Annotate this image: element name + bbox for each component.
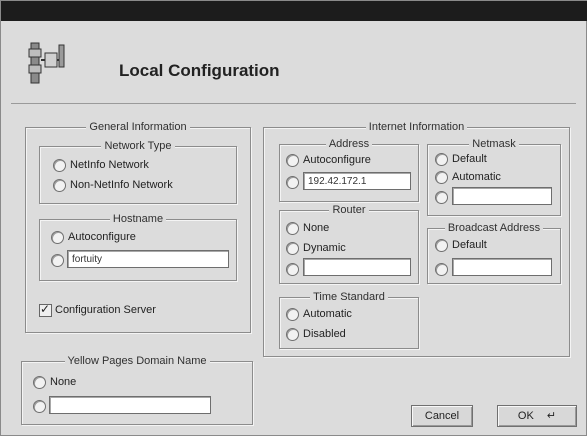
- netmask-legend: Netmask: [469, 138, 519, 150]
- time-automatic-radio[interactable]: Automatic: [286, 306, 352, 322]
- window-titlebar[interactable]: [1, 1, 587, 21]
- cancel-button[interactable]: Cancel: [411, 405, 473, 427]
- configuration-server-label: Configuration Server: [55, 304, 156, 316]
- radio-circle[interactable]: [286, 327, 299, 341]
- router-dynamic-radio[interactable]: Dynamic: [286, 240, 346, 256]
- address-legend: Address: [325, 138, 373, 150]
- broadcast-default-label: Default: [452, 239, 487, 251]
- hostname-autoconfigure-label: Autoconfigure: [68, 231, 136, 243]
- window-header: Local Configuration: [11, 25, 576, 104]
- page-title: Local Configuration: [119, 61, 280, 80]
- yellow-pages-custom-radio[interactable]: [33, 398, 46, 414]
- router-legend: Router: [329, 204, 369, 216]
- time-disabled-label: Disabled: [303, 328, 346, 340]
- non-netinfo-network-label: Non-NetInfo Network: [70, 179, 173, 191]
- broadcast-default-radio[interactable]: Default: [435, 237, 487, 253]
- network-config-icon: [28, 42, 65, 84]
- configuration-server-checkbox[interactable]: Configuration Server: [39, 302, 156, 318]
- yellow-pages-domain-field[interactable]: [49, 396, 211, 414]
- time-disabled-radio[interactable]: Disabled: [286, 326, 346, 342]
- router-dynamic-label: Dynamic: [303, 242, 346, 254]
- radio-circle[interactable]: [286, 175, 299, 189]
- router-custom-radio[interactable]: [286, 261, 299, 277]
- radio-circle[interactable]: [435, 152, 448, 166]
- ok-button-label: OK: [517, 410, 534, 422]
- netinfo-network-radio[interactable]: NetInfo Network: [53, 157, 149, 173]
- broadcast-custom-radio[interactable]: [435, 261, 448, 277]
- ok-button[interactable]: OK ↵: [497, 405, 577, 427]
- netmask-default-radio[interactable]: Default: [435, 151, 487, 167]
- radio-circle[interactable]: [51, 253, 64, 267]
- netmask-automatic-radio[interactable]: Automatic: [435, 169, 501, 185]
- yellow-pages-group: Yellow Pages Domain Name: [21, 355, 253, 425]
- radio-circle[interactable]: [53, 178, 66, 192]
- radio-circle[interactable]: [286, 241, 299, 255]
- radio-circle[interactable]: [286, 221, 299, 235]
- radio-circle[interactable]: [435, 238, 448, 252]
- yellow-pages-none-radio[interactable]: None: [33, 374, 76, 390]
- hostname-field[interactable]: fortuity: [67, 250, 229, 268]
- address-autoconfigure-radio[interactable]: Autoconfigure: [286, 152, 371, 168]
- local-configuration-window: Local Configuration General Information …: [0, 0, 587, 436]
- netmask-field[interactable]: [452, 187, 552, 205]
- radio-circle[interactable]: [286, 153, 299, 167]
- radio-circle[interactable]: [286, 307, 299, 321]
- radio-circle[interactable]: [435, 170, 448, 184]
- internet-information-legend: Internet Information: [365, 121, 468, 133]
- radio-circle[interactable]: [435, 190, 448, 204]
- address-autoconfigure-label: Autoconfigure: [303, 154, 371, 166]
- yellow-pages-none-label: None: [50, 376, 77, 388]
- network-type-legend: Network Type: [101, 140, 175, 152]
- radio-circle[interactable]: [33, 375, 46, 389]
- time-standard-legend: Time Standard: [310, 291, 388, 303]
- return-key-icon: ↵: [546, 410, 557, 422]
- radio-circle[interactable]: [33, 399, 46, 413]
- radio-circle[interactable]: [51, 230, 64, 244]
- yellow-pages-legend: Yellow Pages Domain Name: [64, 355, 210, 367]
- broadcast-address-legend: Broadcast Address: [444, 222, 544, 234]
- address-custom-radio[interactable]: [286, 174, 299, 190]
- router-none-label: None: [303, 222, 330, 234]
- netinfo-network-label: NetInfo Network: [70, 159, 149, 171]
- radio-circle[interactable]: [435, 262, 448, 276]
- netmask-automatic-label: Automatic: [452, 171, 501, 183]
- radio-circle[interactable]: [53, 158, 66, 172]
- hostname-custom-radio[interactable]: [51, 252, 64, 268]
- time-automatic-label: Automatic: [303, 308, 352, 320]
- router-none-radio[interactable]: None: [286, 220, 329, 236]
- router-field[interactable]: [303, 258, 411, 276]
- address-field[interactable]: 192.42.172.1: [303, 172, 411, 190]
- general-information-legend: General Information: [86, 121, 190, 133]
- netmask-default-label: Default: [452, 153, 487, 165]
- checkbox-box[interactable]: [39, 302, 52, 317]
- radio-circle[interactable]: [286, 262, 299, 276]
- broadcast-address-field[interactable]: [452, 258, 552, 276]
- netmask-custom-radio[interactable]: [435, 189, 448, 205]
- network-type-group: Network Type: [39, 140, 237, 204]
- hostname-autoconfigure-radio[interactable]: Autoconfigure: [51, 229, 136, 245]
- hostname-legend: Hostname: [109, 213, 167, 225]
- non-netinfo-network-radio[interactable]: Non-NetInfo Network: [53, 177, 173, 193]
